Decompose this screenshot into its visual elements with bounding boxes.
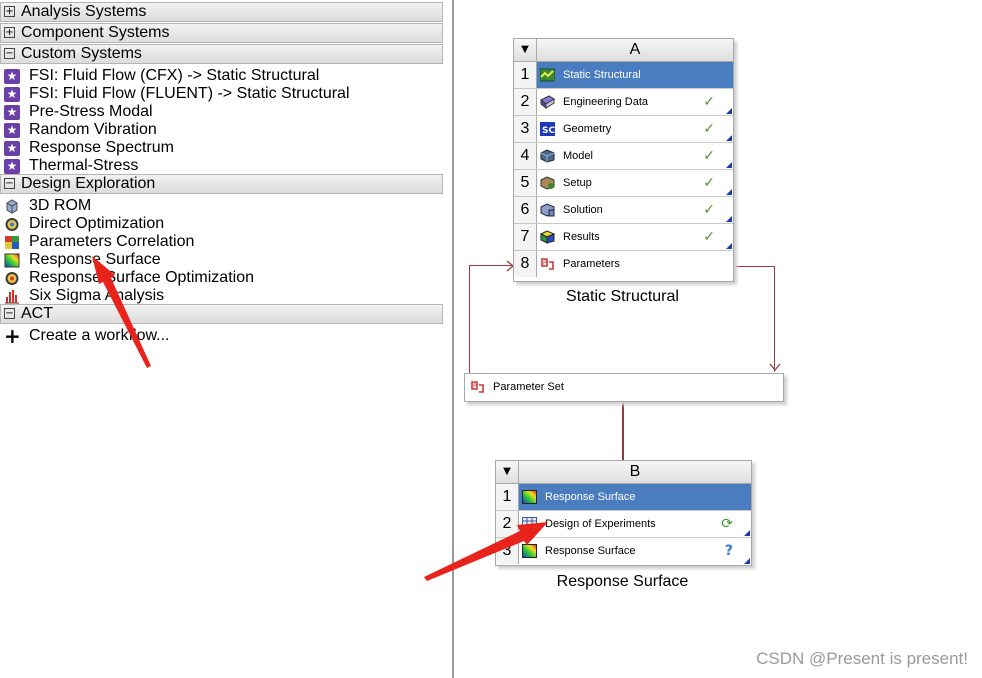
watermark: CSDN @Present is present! — [756, 649, 968, 668]
check-icon: ✓ — [703, 175, 715, 191]
star-icon: ★ — [4, 105, 20, 120]
parameters-icon: P — [541, 258, 554, 270]
toolbox-panel: + Analysis Systems + Component Systems −… — [0, 0, 445, 678]
cell-results[interactable]: 7 Results ✓ — [514, 224, 733, 251]
collapse-icon[interactable]: − — [4, 308, 15, 319]
system-menu-dropdown-icon[interactable]: ▼ — [514, 39, 537, 61]
response-surface-icon — [522, 544, 537, 558]
corner-marker-icon — [726, 189, 732, 195]
svg-text:P: P — [473, 383, 477, 390]
solution-icon — [540, 203, 555, 217]
corner-marker-icon — [726, 243, 732, 249]
collapse-icon[interactable]: − — [4, 178, 15, 189]
category-analysis-systems[interactable]: + Analysis Systems — [0, 2, 443, 22]
system-a-title[interactable]: Static Structural — [513, 288, 732, 306]
cell-geometry[interactable]: 3 SC Geometry ✓ — [514, 116, 733, 143]
star-icon: ★ — [4, 159, 20, 174]
category-custom-systems[interactable]: − Custom Systems — [0, 44, 443, 64]
check-icon: ✓ — [703, 202, 715, 218]
cell-setup[interactable]: 5 Setup ✓ — [514, 170, 733, 197]
system-b-title[interactable]: Response Surface — [495, 573, 750, 591]
cell-model[interactable]: 4 Model ✓ — [514, 143, 733, 170]
model-icon — [540, 149, 555, 163]
system-menu-dropdown-icon[interactable]: ▼ — [496, 461, 519, 483]
panel-splitter[interactable] — [452, 0, 454, 678]
star-icon: ★ — [4, 87, 20, 102]
check-icon: ✓ — [703, 121, 715, 137]
cell-design-of-experiments[interactable]: 2 Design of Experiments ⟳ — [496, 511, 751, 538]
star-icon: ★ — [4, 123, 20, 138]
corner-marker-icon — [744, 530, 750, 536]
collapse-icon[interactable]: − — [4, 48, 15, 59]
spaceclaim-icon: SC — [540, 122, 555, 136]
correlation-matrix-icon — [5, 236, 19, 249]
setup-icon — [540, 176, 555, 190]
target-icon — [5, 272, 19, 285]
category-component-systems[interactable]: + Component Systems — [0, 23, 443, 43]
book-icon — [540, 95, 555, 109]
cell-response-surface-header[interactable]: 1 Response Surface — [496, 484, 751, 511]
corner-marker-icon — [726, 108, 732, 114]
connector-line — [469, 265, 470, 374]
system-b-response-surface[interactable]: ▼ B 1 Response Surface 2 Design of Exper… — [495, 460, 752, 566]
response-surface-icon — [4, 253, 20, 268]
star-icon: ★ — [4, 141, 20, 156]
expand-icon[interactable]: + — [4, 6, 15, 17]
parameter-set-icon: P — [471, 381, 484, 393]
expand-icon[interactable]: + — [4, 27, 15, 38]
refresh-icon: ⟳ — [721, 516, 733, 532]
svg-text:SC: SC — [542, 126, 555, 136]
check-icon: ✓ — [703, 94, 715, 110]
static-structural-icon — [540, 68, 555, 82]
table-grid-icon — [522, 517, 537, 531]
system-header: ▼ B — [496, 461, 751, 484]
cell-engineering-data[interactable]: 2 Engineering Data ✓ — [514, 89, 733, 116]
bar-chart-icon — [5, 290, 19, 304]
connector-line — [622, 400, 624, 460]
svg-text:P: P — [543, 260, 547, 267]
corner-marker-icon — [726, 162, 732, 168]
check-icon: ✓ — [703, 229, 715, 245]
corner-marker-icon — [726, 135, 732, 141]
corner-marker-icon — [744, 558, 750, 564]
connector-arrow-icon — [769, 363, 781, 372]
check-icon: ✓ — [703, 148, 715, 164]
system-header: ▼ A — [514, 39, 733, 62]
question-icon: ? — [724, 543, 733, 559]
cell-response-surface[interactable]: 3 Response Surface ? — [496, 538, 751, 565]
connector-line — [774, 266, 775, 372]
corner-marker-icon — [726, 216, 732, 222]
parameter-set-bar[interactable]: P Parameter Set — [464, 373, 784, 402]
star-icon: ★ — [4, 69, 20, 84]
connector-line — [733, 266, 775, 267]
category-design-exploration[interactable]: − Design Exploration — [0, 174, 443, 194]
plus-icon: + — [4, 324, 21, 348]
system-a-static-structural[interactable]: ▼ A 1 Static Structural 2 Engineering Da… — [513, 38, 734, 282]
category-act[interactable]: − ACT — [0, 304, 443, 324]
cell-static-structural[interactable]: 1 Static Structural — [514, 62, 733, 89]
results-icon — [540, 230, 555, 244]
cell-parameters[interactable]: 8 P Parameters — [514, 251, 733, 278]
response-surface-icon — [522, 490, 537, 504]
cell-solution[interactable]: 6 Solution ✓ — [514, 197, 733, 224]
target-icon — [5, 218, 19, 231]
cube-icon — [6, 199, 18, 214]
